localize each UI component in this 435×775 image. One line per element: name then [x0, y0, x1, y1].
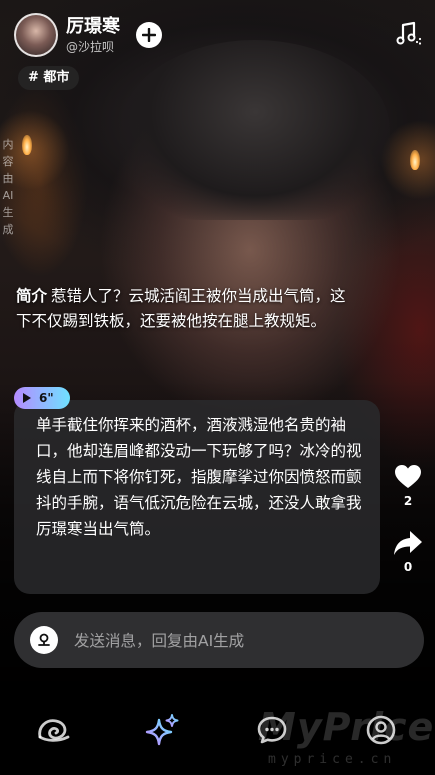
share-button[interactable]: 0: [388, 530, 428, 574]
nav-create[interactable]: [133, 705, 193, 755]
portrait-hair: [120, 40, 390, 220]
ai-generated-note: 内容由AI生成: [2, 138, 14, 236]
candle-flame: [22, 135, 32, 155]
intro-label: 简介: [16, 287, 48, 305]
heart-icon: [395, 465, 421, 488]
character-header: 厉璟寒 @沙拉呗: [14, 10, 120, 60]
follow-button[interactable]: [136, 22, 162, 48]
candle-flame: [410, 150, 420, 170]
side-actions: 2 0: [388, 464, 428, 596]
share-count: 0: [403, 560, 413, 574]
nav-home[interactable]: [24, 705, 84, 755]
voice-play-button[interactable]: 6": [14, 387, 70, 409]
intro-text: 惹错人了？云城活阎王被你当成出气筒，这下不仅踢到铁板，还要被他按在腿上教规矩。: [16, 287, 346, 330]
character-name[interactable]: 厉璟寒: [66, 16, 120, 38]
message-text: 单手截住你挥来的酒杯，酒液溅湿他名贵的袖口，他却连眉峰都没动一下玩够了吗？冰冷的…: [36, 416, 362, 538]
sparkle-icon: [145, 714, 179, 746]
voice-duration: 6": [39, 391, 54, 405]
music-note-icon: [396, 21, 422, 45]
like-button[interactable]: 2: [388, 464, 428, 508]
watermark-logo: MyPrice: [258, 705, 435, 749]
share-arrow-icon: [394, 531, 422, 555]
message-input-placeholder[interactable]: 发送消息，回复由AI生成: [74, 629, 244, 651]
plus-icon: [142, 28, 156, 42]
creator-username[interactable]: @沙拉呗: [66, 39, 120, 55]
swirl-icon: [38, 719, 70, 742]
voice-icon: [38, 633, 50, 646]
category-tag[interactable]: # 都市: [18, 66, 80, 90]
character-intro: 简介 惹错人了？云城活阎王被你当成出气筒，这下不仅踢到铁板，还要被他按在腿上教规矩…: [16, 284, 356, 334]
watermark-url: myprice.cn: [268, 752, 397, 767]
play-icon: [23, 393, 31, 403]
message-input-bar[interactable]: 发送消息，回复由AI生成: [14, 612, 424, 668]
message-bubble: 单手截住你挥来的酒杯，酒液溅湿他名贵的袖口，他却连眉峰都没动一下玩够了吗？冰冷的…: [14, 400, 380, 594]
music-button[interactable]: [392, 18, 424, 50]
like-count: 2: [403, 494, 413, 508]
voice-input-button[interactable]: [30, 626, 58, 654]
name-block: 厉璟寒 @沙拉呗: [66, 16, 120, 55]
avatar[interactable]: [14, 13, 58, 57]
